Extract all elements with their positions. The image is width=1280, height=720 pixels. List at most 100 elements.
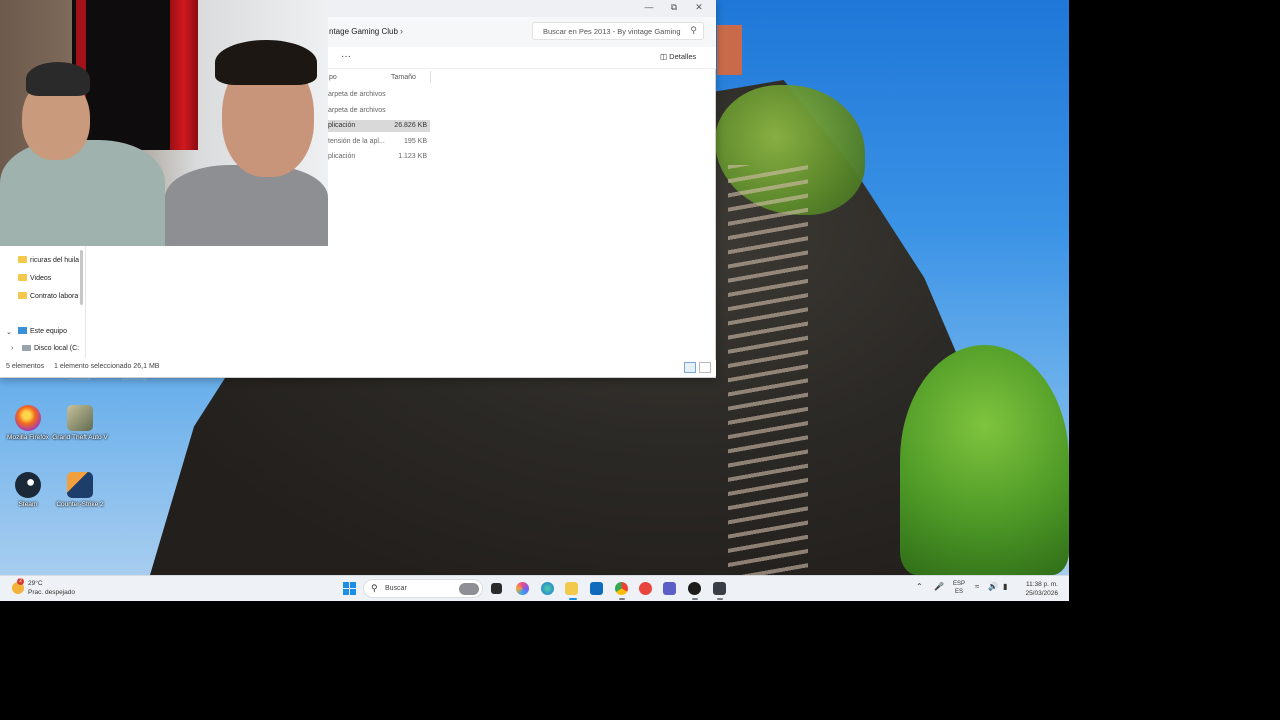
windows-start-icon[interactable]	[343, 582, 356, 595]
desktop-icon-label: Counter-Strike 2	[56, 501, 104, 508]
desktop-icon-gta[interactable]: Grand Theft Auto V	[52, 405, 108, 441]
details-pane-button[interactable]: ◫ Detalles	[660, 52, 696, 61]
gta-icon	[67, 405, 93, 431]
search-highlight-image	[459, 583, 479, 595]
running-indicator	[717, 598, 723, 600]
microphone-icon[interactable]: 🎤	[934, 582, 944, 591]
file-type: plicación	[328, 153, 356, 160]
chevron-right-icon[interactable]: ›	[11, 345, 13, 352]
system-clock[interactable]: 11:38 p. m. 25/03/2026	[1020, 580, 1058, 598]
folder-icon	[18, 256, 27, 263]
minimize-icon[interactable]: —	[639, 2, 659, 12]
file-row-selected[interactable]: plicación 26.826 KB	[328, 120, 430, 132]
person-right-shirt	[165, 165, 328, 246]
search-icon: ⚲	[371, 583, 378, 593]
file-row[interactable]: tensión de la apl... 195 KB	[328, 136, 430, 148]
close-icon[interactable]: ✕	[689, 2, 709, 13]
file-type: tensión de la apl...	[328, 138, 385, 145]
selection-info: 1 elemento seleccionado 26,1 MB	[54, 363, 160, 370]
sidebar-item-videos[interactable]: Videos	[18, 274, 51, 288]
media-app-icon[interactable]	[639, 582, 652, 595]
volume-icon[interactable]: 🔊	[988, 582, 998, 591]
desktop-icon-counter-strike[interactable]: Counter-Strike 2	[52, 472, 108, 508]
sidebar-item-contrato[interactable]: Contrato labora	[18, 292, 78, 306]
details-label: Detalles	[669, 52, 697, 61]
taskbar-search-box[interactable]: ⚲ Buscar	[363, 579, 483, 598]
desktop-icon-steam[interactable]: Steam	[0, 472, 56, 508]
language-code: ESP	[953, 581, 966, 587]
game-app-icon[interactable]	[713, 582, 726, 595]
chevron-up-icon[interactable]: ⌃	[916, 582, 923, 591]
notification-badge: 2	[17, 578, 24, 585]
sidebar-item-label: Disco local (C:	[34, 345, 80, 352]
sidebar-item-ricuras[interactable]: ricuras del huila	[18, 256, 79, 270]
file-row[interactable]: arpeta de archivos	[328, 105, 430, 117]
edge-icon[interactable]	[541, 582, 554, 595]
pane-divider[interactable]	[85, 246, 86, 358]
details-icon: ◫	[660, 52, 670, 61]
webcam-overlay	[0, 0, 328, 246]
keyboard-code: ES	[955, 589, 964, 595]
search-icon: ⚲	[690, 25, 697, 35]
file-explorer-icon[interactable]	[565, 582, 578, 595]
firefox-icon	[15, 405, 41, 431]
file-size: 1.123 KB	[398, 153, 427, 160]
wallpaper-tower	[717, 25, 742, 75]
column-separator[interactable]	[430, 71, 431, 83]
battery-icon[interactable]: ▮	[1003, 582, 1007, 591]
person-left-cap	[26, 62, 90, 96]
weather-description[interactable]: Prac. despejado	[28, 589, 75, 596]
chevron-down-icon[interactable]: ⌄	[6, 328, 12, 336]
search-placeholder: Buscar en Pes 2013 - By vintage Gaming	[543, 27, 681, 36]
chevron-right-icon[interactable]: ›	[400, 26, 403, 36]
more-options-button[interactable]: ···	[341, 51, 351, 62]
desktop-icon-label: Mozilla Firefox	[7, 434, 49, 441]
sidebar-item-label: Contrato labora	[30, 293, 79, 300]
webcam-red-curtain	[170, 0, 198, 150]
maximize-icon[interactable]: ⧉	[664, 2, 684, 13]
item-count: 5 elementos	[6, 363, 45, 370]
folder-icon	[18, 292, 27, 299]
column-header-size[interactable]: Tamaño	[391, 74, 416, 81]
file-row[interactable]: plicación 1.123 KB	[328, 151, 430, 163]
computer-icon	[18, 327, 27, 334]
counter-strike-icon	[67, 472, 93, 498]
desktop-icon-firefox[interactable]: Mozilla Firefox	[0, 405, 56, 441]
column-header-type[interactable]: po	[329, 74, 337, 81]
sidebar-item-este-equipo[interactable]: Este equipo	[18, 327, 67, 341]
breadcrumb[interactable]: ntage Gaming Club	[329, 27, 398, 36]
copilot-icon[interactable]	[516, 582, 529, 595]
taskbar-search-label: Buscar	[385, 585, 407, 592]
outlook-icon[interactable]	[590, 582, 603, 595]
desktop-icon-label: Grand Theft Auto V	[52, 434, 108, 441]
sidebar-item-disco-local[interactable]: Disco local (C:	[22, 345, 79, 359]
desktop-screen: Chrome Beeshop Mozilla Firefox Grand The…	[0, 0, 1069, 601]
running-indicator	[619, 598, 625, 600]
file-size: 195 KB	[404, 138, 427, 145]
wallpaper-stairs	[728, 165, 808, 575]
recorder-icon[interactable]	[688, 582, 701, 595]
file-row[interactable]: arpeta de archivos	[328, 89, 430, 101]
running-indicator	[692, 598, 698, 600]
task-view-icon[interactable]	[491, 583, 502, 594]
language-indicator[interactable]: ESP ES	[953, 580, 965, 596]
file-size: 26.826 KB	[394, 122, 427, 129]
details-view-icon[interactable]	[684, 362, 696, 373]
file-type: plicación	[328, 122, 356, 129]
chrome-icon[interactable]	[615, 582, 628, 595]
taskbar: 2 29°C Prac. despejado ⚲ Buscar ⌃ 🎤 ESP …	[0, 575, 1069, 601]
large-icons-view-icon[interactable]	[699, 362, 711, 373]
sidebar-item-label: ricuras del huila	[30, 257, 80, 264]
folder-icon	[18, 274, 27, 281]
wifi-icon[interactable]: ≈	[975, 582, 979, 591]
status-bar: 5 elementos 1 elemento seleccionado 26,1…	[0, 360, 716, 376]
disk-icon	[22, 345, 31, 351]
teams-icon[interactable]	[663, 582, 676, 595]
clock-date: 25/03/2026	[1025, 590, 1058, 597]
search-input[interactable]: Buscar en Pes 2013 - By vintage Gaming ⚲	[532, 22, 704, 40]
desktop-icon-label: Steam	[18, 501, 38, 508]
sidebar-item-label: Este equipo	[30, 328, 67, 335]
person-right-hair	[215, 40, 317, 85]
sidebar-scrollbar[interactable]	[80, 250, 83, 305]
weather-temperature[interactable]: 29°C	[28, 580, 43, 587]
